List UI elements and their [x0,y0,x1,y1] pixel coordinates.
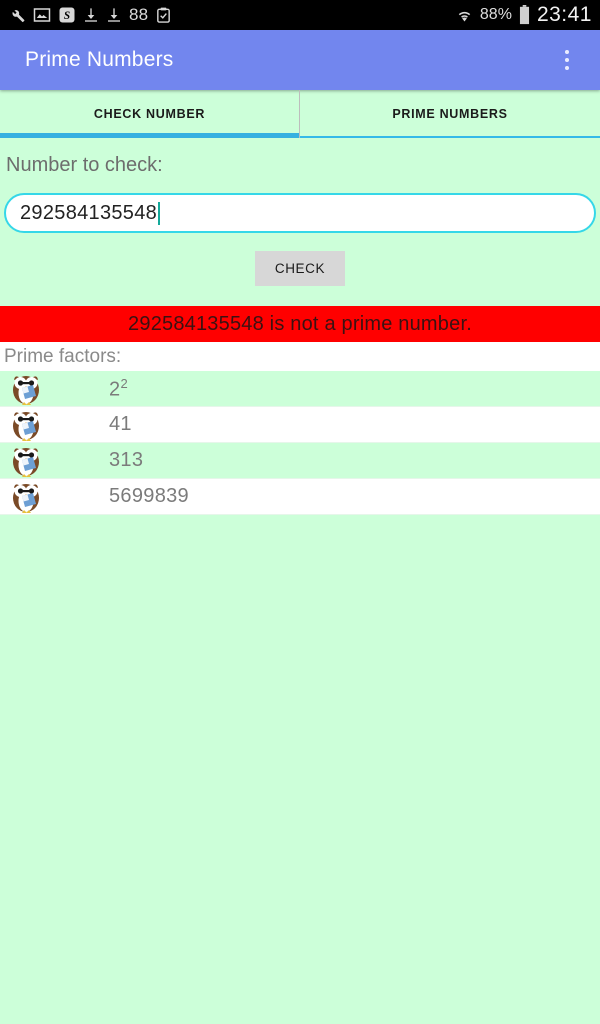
prime-factors-label: Prime factors: [0,342,600,371]
check-button[interactable]: CHECK [254,251,346,286]
wrench-icon [8,6,26,24]
notification-count: 88 [129,5,149,24]
battery-percent-label: 88% [479,6,512,23]
check-number-form: Number to check: 292584135548 CHECK [0,138,600,306]
table-row[interactable]: 22 [0,371,600,407]
tab-prime-numbers-label: PRIME NUMBERS [392,107,508,121]
page-title: Prime Numbers [25,48,174,71]
prime-factor-value: 313 [109,449,144,471]
prime-factors-section: Prime factors: 22 41 313 5699839 [0,342,600,515]
status-bar: S 88 88% 23:41 [0,0,600,30]
tab-check-number[interactable]: CHECK NUMBER [0,90,300,138]
table-row[interactable]: 41 [0,407,600,443]
owl-icon [0,444,52,478]
status-bar-left-icons: S 88 [8,5,455,25]
svg-text:S: S [64,10,70,22]
download-icon [106,6,122,24]
app-root: S 88 88% 23:41 Prime Numbers CHECK NUMBE… [0,0,600,1024]
image-icon [33,6,51,24]
app-bar: Prime Numbers [0,30,600,90]
menu-dot [565,66,569,70]
number-input[interactable]: 292584135548 [4,193,596,233]
menu-dot [565,58,569,62]
download-icon [83,6,99,24]
tab-bar: CHECK NUMBER PRIME NUMBERS [0,90,600,138]
menu-dot [565,50,569,54]
result-banner: 292584135548 is not a prime number. [0,306,600,342]
more-vert-icon[interactable] [552,30,582,90]
prime-factor-exponent: 2 [120,375,128,391]
text-caret [158,201,161,225]
tab-inactive-indicator [300,136,600,138]
prime-factor-value: 5699839 [109,485,189,507]
tab-active-indicator [0,133,299,138]
number-input-value: 292584135548 [20,201,158,224]
s-circle-icon: S [58,6,76,24]
status-bar-right-icons: 88% 23:41 [455,3,592,27]
owl-icon [0,480,52,514]
tab-prime-numbers[interactable]: PRIME NUMBERS [300,90,600,138]
battery-icon [518,5,531,25]
owl-icon [0,372,52,406]
empty-content-area [0,515,600,1024]
wifi-icon [455,6,474,25]
number-input-label: Number to check: [6,154,163,176]
table-row[interactable]: 313 [0,443,600,479]
table-row[interactable]: 5699839 [0,479,600,515]
result-text: 292584135548 is not a prime number. [128,312,472,335]
prime-factor-value: 41 [109,413,132,435]
tab-check-number-label: CHECK NUMBER [93,107,206,121]
prime-factor-value: 22 [109,375,128,401]
check-button-row: CHECK [0,233,600,302]
prime-factors-list: 22 41 313 5699839 [0,371,600,515]
owl-icon [0,408,52,442]
clipboard-check-icon [155,6,172,24]
status-bar-clock: 23:41 [536,3,592,26]
